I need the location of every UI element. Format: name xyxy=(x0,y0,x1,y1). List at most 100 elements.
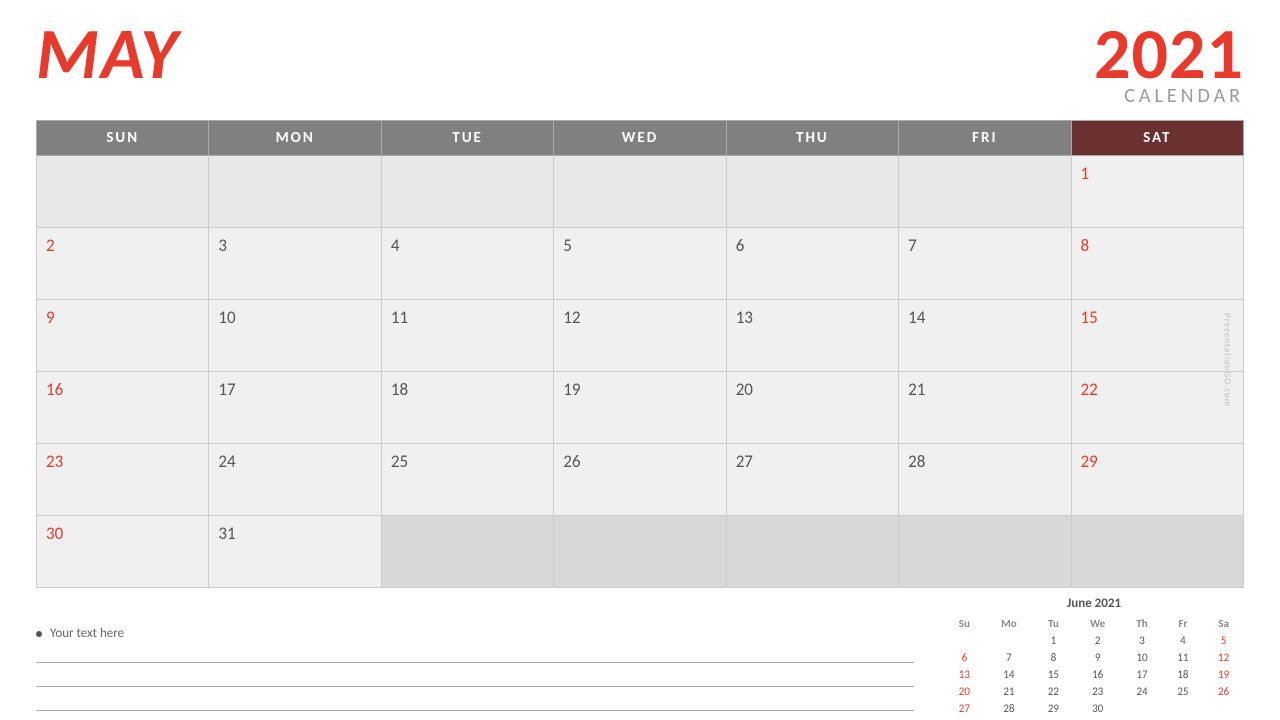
mini-week-row-2: 13141516171819 xyxy=(944,666,1244,683)
bullet-dot-icon xyxy=(36,631,42,637)
mini-cal-cell: 16 xyxy=(1074,666,1122,683)
weekday-header-row: SUN MON TUE WED THU FRI SAT xyxy=(37,121,1244,156)
mini-h-mo: Mo xyxy=(985,615,1033,632)
mini-cal-cell: 2 xyxy=(1074,632,1122,649)
header-sun: SUN xyxy=(37,121,209,156)
cal-cell: 28 xyxy=(899,444,1071,516)
mini-h-fr: Fr xyxy=(1163,615,1204,632)
mini-cal-cell xyxy=(1121,700,1162,717)
cal-cell xyxy=(209,156,381,228)
cal-cell: 9 xyxy=(37,300,209,372)
header-sat: SAT xyxy=(1071,121,1243,156)
week-row-3: 16171819202122 xyxy=(37,372,1244,444)
header-fri: FRI xyxy=(899,121,1071,156)
mini-cal-cell: 12 xyxy=(1203,649,1244,666)
cal-cell: 27 xyxy=(726,444,898,516)
mini-week-row-4: 27282930 xyxy=(944,700,1244,717)
notes-text: Your text here xyxy=(50,626,124,641)
mini-cal-cell: 7 xyxy=(985,649,1033,666)
mini-cal-cell: 3 xyxy=(1121,632,1162,649)
mini-cal-cell: 19 xyxy=(1203,666,1244,683)
page: MAY 2021 CALENDAR SUN MON TUE WED THU FR… xyxy=(0,0,1280,720)
cal-cell xyxy=(381,516,553,588)
cal-cell xyxy=(37,156,209,228)
month-title: MAY xyxy=(36,18,180,90)
cal-cell: 20 xyxy=(726,372,898,444)
cal-cell xyxy=(726,516,898,588)
cal-cell xyxy=(381,156,553,228)
cal-cell: 11 xyxy=(381,300,553,372)
notes-line-3 xyxy=(36,693,914,711)
year-block: 2021 CALENDAR xyxy=(1094,18,1244,106)
mini-cal-cell: 17 xyxy=(1121,666,1162,683)
mini-cal-cell: 30 xyxy=(1074,700,1122,717)
cal-cell: 21 xyxy=(899,372,1071,444)
cal-cell: 1 xyxy=(1071,156,1243,228)
header: MAY 2021 CALENDAR xyxy=(36,18,1244,106)
cal-cell: 12 xyxy=(554,300,726,372)
cal-cell: 15 xyxy=(1071,300,1243,372)
mini-cal-cell: 25 xyxy=(1163,683,1204,700)
week-row-1: 2345678 xyxy=(37,228,1244,300)
mini-header-row: Su Mo Tu We Th Fr Sa xyxy=(944,615,1244,632)
week-row-4: 23242526272829 xyxy=(37,444,1244,516)
cal-cell: 10 xyxy=(209,300,381,372)
cal-cell xyxy=(1071,516,1243,588)
cal-cell: 30 xyxy=(37,516,209,588)
mini-cal-cell: 1 xyxy=(1033,632,1074,649)
mini-cal-cell: 20 xyxy=(944,683,985,700)
cal-cell: 19 xyxy=(554,372,726,444)
mini-h-sa: Sa xyxy=(1203,615,1244,632)
week-row-2: 9101112131415 xyxy=(37,300,1244,372)
mini-week-row-0: 12345 xyxy=(944,632,1244,649)
mini-h-th: Th xyxy=(1121,615,1162,632)
mini-cal-cell: 29 xyxy=(1033,700,1074,717)
main-calendar: SUN MON TUE WED THU FRI SAT 123456789101… xyxy=(36,120,1244,588)
mini-cal-cell: 24 xyxy=(1121,683,1162,700)
cal-cell: 6 xyxy=(726,228,898,300)
cal-cell xyxy=(554,516,726,588)
mini-calendar-wrap: June 2021 Su Mo Tu We Th Fr Sa 123456789… xyxy=(944,596,1244,717)
cal-cell: 26 xyxy=(554,444,726,516)
footer: Your text here June 2021 Su Mo Tu We Th … xyxy=(36,596,1244,717)
mini-cal-cell: 18 xyxy=(1163,666,1204,683)
cal-cell: 2 xyxy=(37,228,209,300)
cal-cell: 24 xyxy=(209,444,381,516)
mini-cal-cell: 26 xyxy=(1203,683,1244,700)
header-thu: THU xyxy=(726,121,898,156)
mini-cal-cell: 10 xyxy=(1121,649,1162,666)
cal-cell: 7 xyxy=(899,228,1071,300)
cal-cell: 13 xyxy=(726,300,898,372)
mini-cal-cell: 9 xyxy=(1074,649,1122,666)
header-wed: WED xyxy=(554,121,726,156)
mini-calendar-title: June 2021 xyxy=(944,596,1244,611)
cal-cell: 25 xyxy=(381,444,553,516)
cal-cell xyxy=(726,156,898,228)
mini-cal-cell: 8 xyxy=(1033,649,1074,666)
mini-week-row-1: 6789101112 xyxy=(944,649,1244,666)
cal-cell: 18 xyxy=(381,372,553,444)
watermark: PresentationGO.com xyxy=(1222,313,1233,407)
cal-cell: 31 xyxy=(209,516,381,588)
cal-cell: 5 xyxy=(554,228,726,300)
mini-calendar: Su Mo Tu We Th Fr Sa 1234567891011121314… xyxy=(944,615,1244,717)
mini-cal-cell xyxy=(985,632,1033,649)
notes-line-2 xyxy=(36,669,914,687)
cal-cell: 17 xyxy=(209,372,381,444)
cal-cell: 22 xyxy=(1071,372,1243,444)
cal-cell: 3 xyxy=(209,228,381,300)
cal-cell xyxy=(554,156,726,228)
mini-cal-cell: 14 xyxy=(985,666,1033,683)
mini-cal-cell: 13 xyxy=(944,666,985,683)
notes-bullet: Your text here xyxy=(36,626,914,641)
cal-cell: 16 xyxy=(37,372,209,444)
cal-cell: 29 xyxy=(1071,444,1243,516)
mini-cal-cell: 4 xyxy=(1163,632,1204,649)
week-row-5: 3031 xyxy=(37,516,1244,588)
notes-line-1 xyxy=(36,645,914,663)
year-number: 2021 xyxy=(1094,18,1244,90)
mini-cal-cell xyxy=(1203,700,1244,717)
header-tue: TUE xyxy=(381,121,553,156)
cal-cell xyxy=(899,156,1071,228)
mini-week-row-3: 20212223242526 xyxy=(944,683,1244,700)
